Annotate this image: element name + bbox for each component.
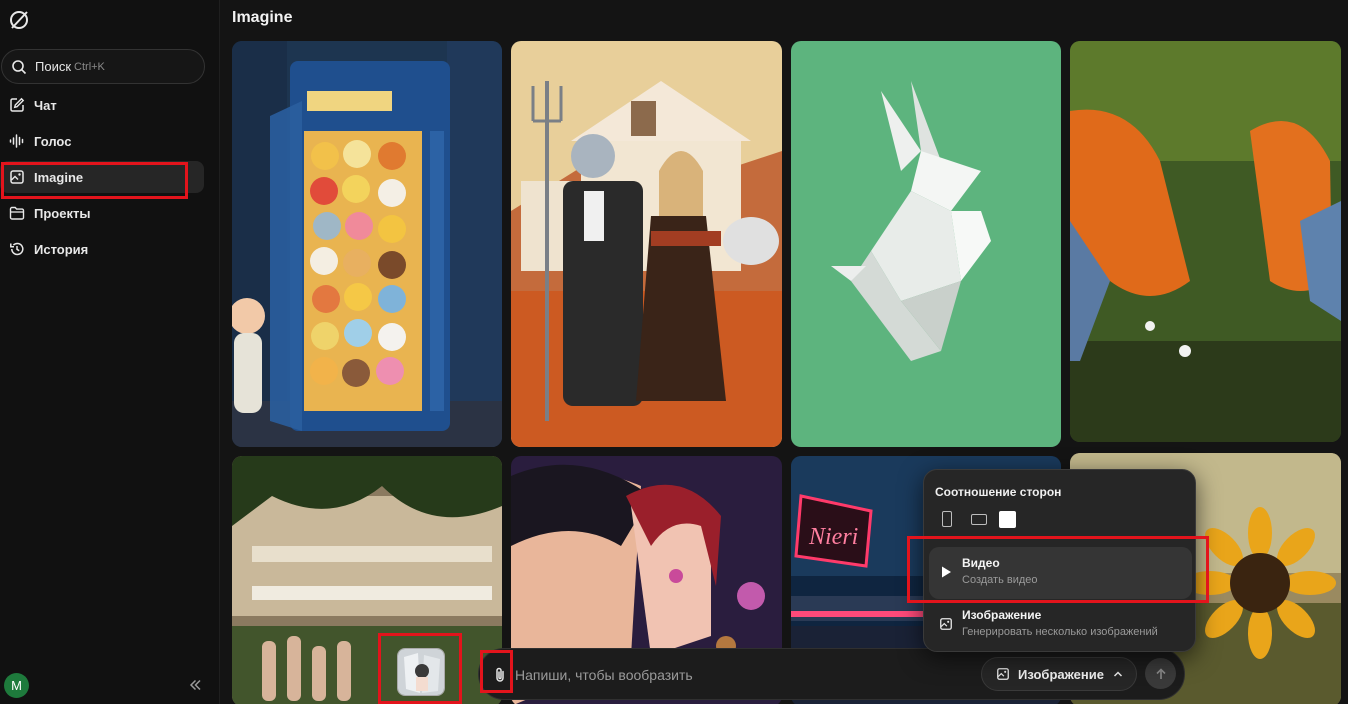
history-icon bbox=[10, 242, 24, 256]
search-shortcut: Ctrl+K bbox=[74, 60, 105, 73]
sidebar: Поиск Ctrl+K Чат Голос Imagine Проекты И… bbox=[0, 0, 220, 704]
image-icon bbox=[997, 668, 1009, 680]
popup-option-image[interactable]: Изображение Генерировать несколько изобр… bbox=[929, 599, 1192, 651]
prompt-input[interactable] bbox=[515, 663, 935, 687]
page-title: Imagine bbox=[232, 9, 293, 26]
option-title: Изображение bbox=[962, 608, 1042, 622]
sidebar-item-voice[interactable]: Голос bbox=[0, 125, 204, 157]
sidebar-item-projects[interactable]: Проекты bbox=[0, 197, 204, 229]
avatar[interactable]: M bbox=[4, 673, 29, 698]
highlight-box-imagine bbox=[1, 162, 188, 199]
collapse-sidebar-icon[interactable] bbox=[186, 676, 204, 694]
chevron-up-icon bbox=[1113, 671, 1123, 677]
aspect-ratio-landscape[interactable] bbox=[968, 510, 990, 528]
logo-icon[interactable] bbox=[8, 9, 30, 31]
gallery-image-sneakers-grass[interactable] bbox=[1070, 41, 1341, 442]
image-icon bbox=[940, 618, 952, 630]
search-label: Поиск bbox=[35, 59, 72, 74]
send-button[interactable] bbox=[1145, 658, 1176, 689]
sidebar-item-history[interactable]: История bbox=[0, 233, 204, 265]
highlight-box-thumbnail bbox=[378, 633, 462, 704]
aspect-ratio-square[interactable] bbox=[996, 510, 1018, 528]
sidebar-item-chat[interactable]: Чат bbox=[0, 89, 204, 121]
search-icon bbox=[12, 59, 27, 74]
aspect-ratio-title: Соотношение сторон bbox=[935, 485, 1062, 499]
highlight-box-video-option bbox=[907, 536, 1209, 603]
sidebar-item-label: Чат bbox=[34, 97, 57, 113]
highlight-box-attach bbox=[480, 650, 513, 693]
waveform-icon bbox=[9, 134, 24, 148]
search-button[interactable]: Поиск Ctrl+K bbox=[1, 49, 205, 84]
aspect-ratio-portrait[interactable] bbox=[938, 510, 956, 528]
folder-icon bbox=[9, 206, 25, 220]
sidebar-item-label: История bbox=[34, 241, 89, 257]
arrow-up-icon bbox=[1155, 667, 1166, 679]
gallery-image-origami-rabbit[interactable] bbox=[791, 41, 1061, 447]
option-subtitle: Генерировать несколько изображений bbox=[962, 626, 1158, 638]
prompt-composer: Изображение bbox=[478, 648, 1185, 700]
gallery-image-robot-gothic[interactable] bbox=[511, 41, 782, 447]
gallery-image-phone-booth[interactable] bbox=[232, 41, 502, 447]
sidebar-item-label: Проекты bbox=[34, 205, 91, 221]
edit-icon bbox=[10, 97, 25, 112]
mode-select-button[interactable]: Изображение bbox=[981, 657, 1137, 691]
sidebar-item-label: Голос bbox=[34, 133, 72, 149]
mode-label: Изображение bbox=[1018, 666, 1104, 682]
neon-sign-text: Nieri bbox=[808, 524, 858, 550]
